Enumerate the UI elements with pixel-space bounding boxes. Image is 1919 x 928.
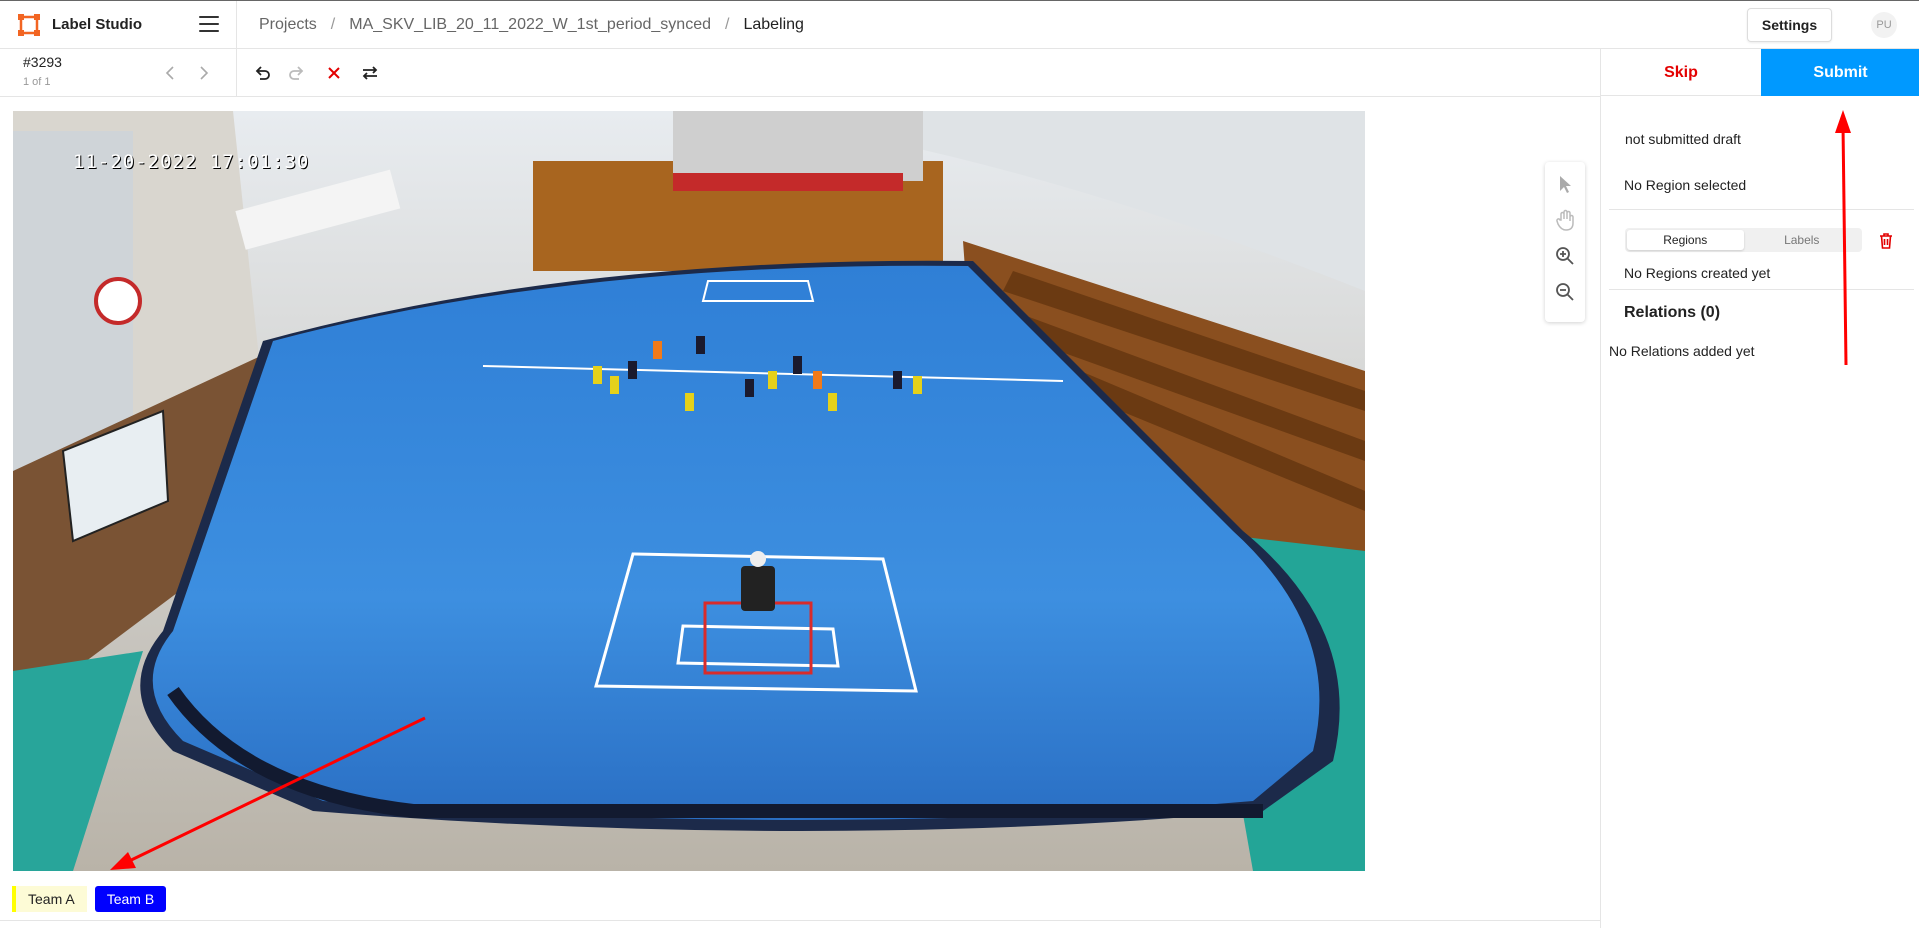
tab-labels[interactable]: Labels <box>1744 230 1861 250</box>
relations-title: Relations (0) <box>1624 304 1721 321</box>
draft-status: not submitted draft <box>1625 131 1741 147</box>
tab-regions[interactable]: Regions <box>1627 230 1744 250</box>
pointer-icon[interactable] <box>1553 172 1577 196</box>
divider <box>1609 209 1914 210</box>
skip-button[interactable]: Skip <box>1601 49 1761 96</box>
side-panel: Skip Submit not submitted draft No Regio… <box>1600 49 1919 928</box>
floorball-arena-image[interactable] <box>13 111 1365 871</box>
reset-close-icon[interactable] <box>324 63 344 83</box>
video-timestamp: 11-20-2022 17:01:30 <box>73 151 310 173</box>
zoom-in-icon[interactable] <box>1553 244 1577 268</box>
top-bar: Label Studio Projects / MA_SKV_LIB_20_11… <box>0 0 1919 49</box>
user-avatar[interactable]: PU <box>1871 12 1897 38</box>
chevron-left-icon[interactable] <box>161 63 181 83</box>
breadcrumb-current: Labeling <box>743 16 804 33</box>
annotation-image[interactable]: 11-20-2022 17:01:30 <box>13 111 1365 871</box>
hand-pan-icon[interactable] <box>1553 208 1577 232</box>
divider <box>1609 289 1914 290</box>
divider <box>236 49 237 97</box>
divider <box>236 1 237 49</box>
label-team-b[interactable]: Team B <box>94 886 167 912</box>
regions-empty-message: No Regions created yet <box>1624 265 1771 281</box>
undo-icon[interactable] <box>252 63 272 83</box>
hamburger-menu-icon[interactable] <box>199 16 219 34</box>
breadcrumb-projects[interactable]: Projects <box>259 16 317 34</box>
breadcrumb-separator: / <box>724 16 730 33</box>
breadcrumb-project-name[interactable]: MA_SKV_LIB_20_11_2022_W_1st_period_synce… <box>349 16 711 34</box>
settings-button[interactable]: Settings <box>1747 8 1832 42</box>
labels-row: Team A Team B <box>12 886 167 912</box>
annotation-toolbar: #3293 1 of 1 <box>0 49 1600 97</box>
chevron-right-icon[interactable] <box>193 63 213 83</box>
label-team-a[interactable]: Team A <box>12 886 87 912</box>
regions-labels-tabs: Regions Labels <box>1625 228 1862 252</box>
task-count: 1 of 1 <box>23 76 51 88</box>
relations-empty-message: No Relations added yet <box>1609 343 1755 359</box>
task-id: #3293 <box>23 54 62 70</box>
app-title[interactable]: Label Studio <box>52 16 142 33</box>
label-studio-logo-icon[interactable] <box>18 14 40 36</box>
swap-icon[interactable] <box>360 63 380 83</box>
redo-icon[interactable] <box>287 63 307 83</box>
submit-button[interactable]: Submit <box>1761 49 1919 96</box>
zoom-out-icon[interactable] <box>1553 280 1577 304</box>
region-status: No Region selected <box>1624 177 1747 193</box>
divider <box>0 920 1600 921</box>
breadcrumb: Projects / MA_SKV_LIB_20_11_2022_W_1st_p… <box>259 16 804 34</box>
breadcrumb-separator: / <box>330 16 336 33</box>
image-tools-panel <box>1545 162 1585 322</box>
trash-icon[interactable] <box>1878 232 1894 250</box>
